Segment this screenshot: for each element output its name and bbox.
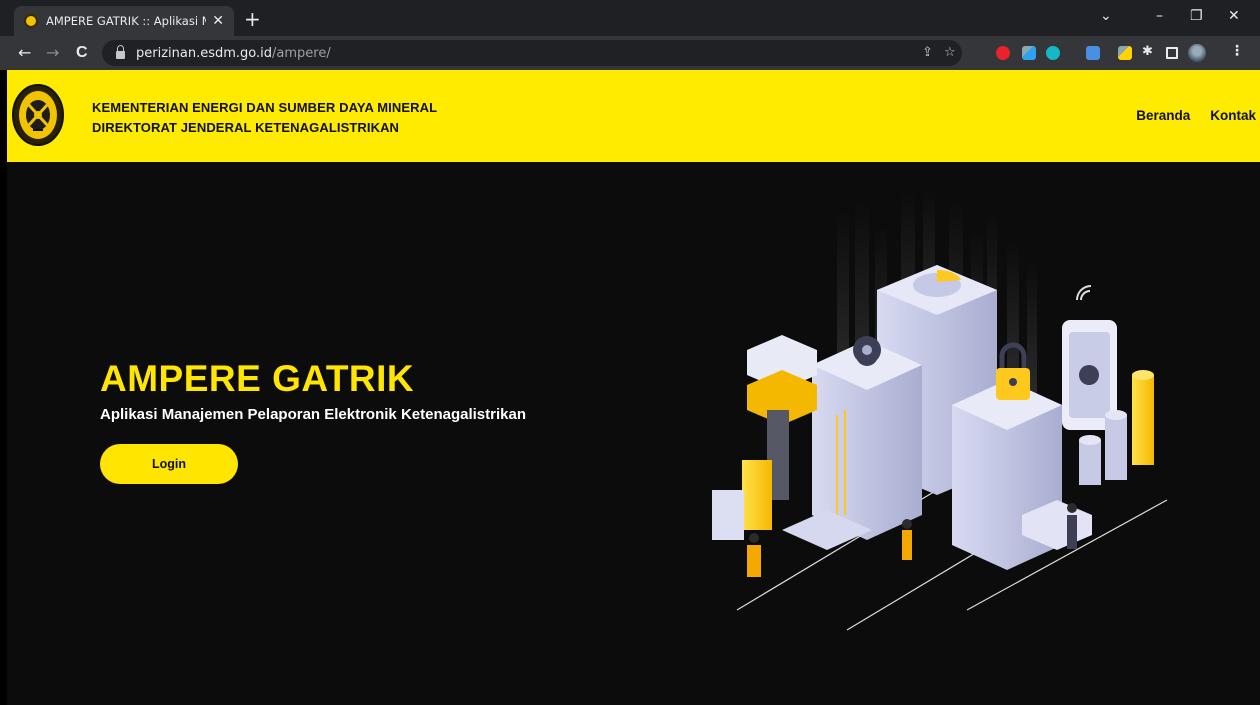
restore-button[interactable]: ❐ <box>1190 8 1203 24</box>
extension-translate-icon[interactable] <box>1086 46 1100 60</box>
side-panel-icon[interactable] <box>1166 47 1178 59</box>
main-nav: Beranda Kontak <box>1136 108 1256 123</box>
bookmark-star-icon[interactable]: ☆ <box>944 46 956 60</box>
server-datacenter-illustration <box>712 188 1168 631</box>
tab-search-dropdown-icon[interactable]: ⌄ <box>1100 8 1112 24</box>
ministry-name: KEMENTERIAN ENERGI DAN SUMBER DAYA MINER… <box>92 100 438 115</box>
forward-button[interactable]: → <box>46 44 59 62</box>
tab-close-icon[interactable]: ✕ <box>212 14 224 28</box>
extension-stop-icon[interactable] <box>996 46 1010 60</box>
esdm-logo <box>12 84 64 146</box>
browser-tab-strip: AMPERE GATRIK :: Aplikasi Mana ✕ + ⌄ – ❐… <box>0 0 1260 36</box>
hero-subtitle: Aplikasi Manajemen Pelaporan Elektronik … <box>100 406 526 423</box>
hero-title: AMPERE GATRIK <box>100 358 415 399</box>
address-bar[interactable]: perizinan.esdm.go.id/ampere/ ⇪ ☆ <box>102 40 962 66</box>
back-button[interactable]: ← <box>18 44 31 62</box>
share-icon[interactable]: ⇪ <box>922 46 933 60</box>
close-window-button[interactable]: ✕ <box>1228 8 1240 24</box>
new-tab-button[interactable]: + <box>244 9 261 29</box>
reload-button[interactable]: C <box>76 44 88 62</box>
browser-tab[interactable]: AMPERE GATRIK :: Aplikasi Mana ✕ <box>14 6 234 36</box>
login-button[interactable]: Login <box>100 444 238 484</box>
url-host: perizinan.esdm.go.id <box>136 45 273 61</box>
tab-title: AMPERE GATRIK :: Aplikasi Mana <box>46 14 206 28</box>
site-favicon-icon <box>24 14 38 28</box>
browser-menu-icon[interactable]: ⋮ <box>1230 43 1244 59</box>
extension-m-icon[interactable] <box>1046 46 1060 60</box>
browser-toolbar: ← → C perizinan.esdm.go.id/ampere/ ⇪ ☆ ✱… <box>0 36 1260 70</box>
nav-kontak-link[interactable]: Kontak <box>1210 108 1256 123</box>
hero-section: AMPERE GATRIK Aplikasi Manajemen Pelapor… <box>7 162 1260 705</box>
directorate-name: DIREKTORAT JENDERAL KETENAGALISTRIKAN <box>92 120 400 135</box>
site-header: KEMENTERIAN ENERGI DAN SUMBER DAYA MINER… <box>7 70 1260 162</box>
url-path: /ampere/ <box>272 45 331 61</box>
minimize-button[interactable]: – <box>1156 8 1163 24</box>
extension-highlighter-icon[interactable] <box>1118 46 1132 60</box>
organization-name: KEMENTERIAN ENERGI DAN SUMBER DAYA MINER… <box>92 98 437 138</box>
lock-icon[interactable] <box>116 44 125 59</box>
profile-avatar[interactable] <box>1188 44 1206 62</box>
nav-beranda-link[interactable]: Beranda <box>1136 108 1190 123</box>
extensions-puzzle-icon[interactable]: ✱ <box>1142 44 1156 59</box>
extension-pen-icon[interactable] <box>1022 46 1036 60</box>
